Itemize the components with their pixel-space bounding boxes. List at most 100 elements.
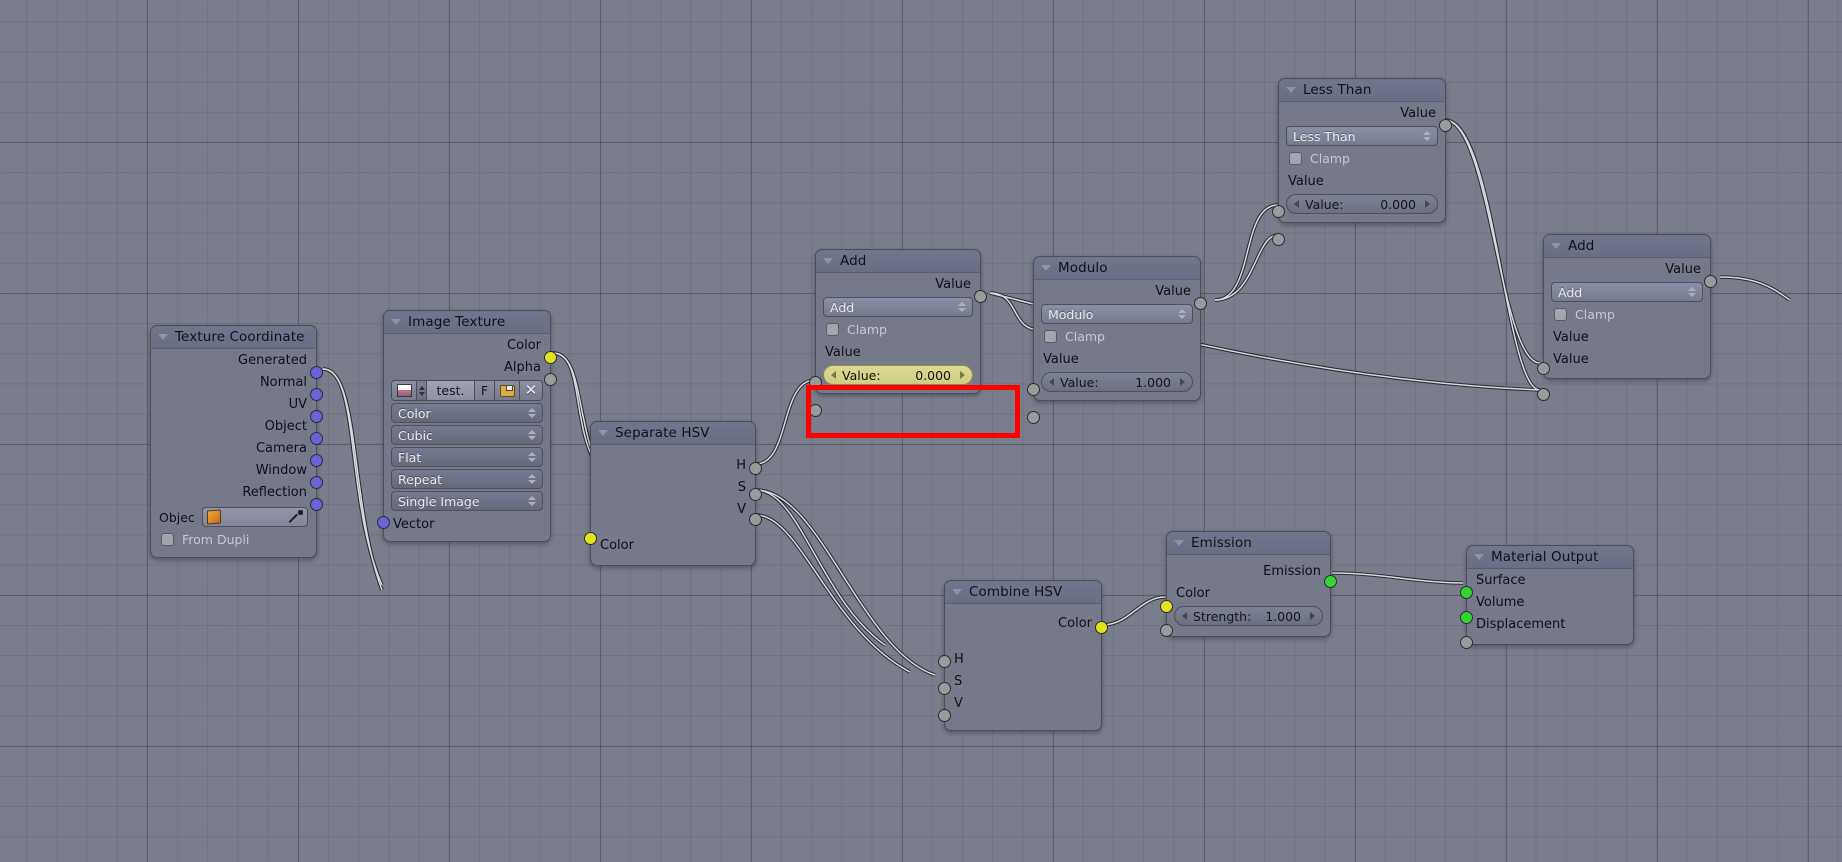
socket-in-volume[interactable]	[1460, 611, 1473, 624]
socket-in-value-2[interactable]	[1027, 411, 1040, 424]
socket-out-color[interactable]	[544, 351, 557, 364]
socket-out-reflection[interactable]	[310, 498, 323, 511]
node-combine-hsv[interactable]: Combine HSV Color H S V	[938, 580, 1108, 731]
socket-in-value-2[interactable]	[1537, 388, 1550, 401]
fake-user-button[interactable]: F	[475, 381, 495, 400]
node-material-output[interactable]: Material Output Surface Volume Displacem…	[1460, 545, 1634, 649]
increment-arrow-icon[interactable]	[1310, 612, 1315, 620]
image-name-field[interactable]: test.	[427, 381, 475, 400]
node-emission[interactable]: Emission Emission Color Strength: 1.000	[1160, 531, 1337, 637]
collapse-triangle-icon[interactable]	[1551, 243, 1561, 249]
socket-out-h[interactable]	[749, 462, 762, 475]
collapse-triangle-icon[interactable]	[952, 589, 962, 595]
socket-out-object[interactable]	[310, 432, 323, 445]
decrement-arrow-icon[interactable]	[1182, 612, 1187, 620]
node-header[interactable]: Separate HSV	[591, 422, 755, 445]
eyedropper-icon[interactable]	[289, 510, 303, 524]
strength-field[interactable]: Strength: 1.000	[1174, 606, 1323, 626]
socket-out-alpha[interactable]	[544, 373, 557, 386]
clamp-row[interactable]: Clamp	[816, 319, 980, 340]
node-header[interactable]: Less Than	[1279, 79, 1445, 102]
collapse-triangle-icon[interactable]	[823, 258, 833, 264]
decrement-arrow-icon[interactable]	[1294, 200, 1299, 208]
node-editor-canvas[interactable]: Texture Coordinate Generated Normal UV O…	[0, 0, 1842, 862]
dropdown-interpolation[interactable]: Cubic	[391, 425, 543, 445]
collapse-triangle-icon[interactable]	[1174, 540, 1184, 546]
node-header[interactable]: Material Output	[1467, 546, 1633, 569]
socket-in-value-2[interactable]	[1272, 233, 1285, 246]
value-field[interactable]: Value: 0.000	[1286, 194, 1438, 214]
dropdown-extension[interactable]: Repeat	[391, 469, 543, 489]
open-folder-icon[interactable]	[495, 381, 520, 400]
increment-arrow-icon[interactable]	[1180, 378, 1185, 386]
collapse-triangle-icon[interactable]	[1474, 554, 1484, 560]
value-field-highlighted[interactable]: Value: 0.000	[823, 365, 973, 385]
socket-out-v[interactable]	[749, 513, 762, 526]
socket-out-value[interactable]	[1439, 119, 1452, 132]
increment-arrow-icon[interactable]	[960, 371, 965, 379]
socket-out-s[interactable]	[749, 488, 762, 501]
decrement-arrow-icon[interactable]	[1049, 378, 1054, 386]
node-header[interactable]: Emission	[1167, 532, 1330, 555]
node-modulo[interactable]: Modulo Value Modulo Clamp Value Value: 1…	[1027, 256, 1207, 424]
socket-out-value[interactable]	[1704, 275, 1717, 288]
node-add-2[interactable]: Add Value Add Clamp Value Value	[1537, 234, 1717, 401]
dropdown-projection[interactable]: Flat	[391, 447, 543, 467]
image-datablock-icon[interactable]	[392, 381, 417, 400]
socket-out-value[interactable]	[1194, 297, 1207, 310]
socket-in-v[interactable]	[938, 709, 951, 722]
node-header[interactable]: Texture Coordinate	[151, 326, 316, 349]
clamp-row[interactable]: Clamp	[1034, 326, 1200, 347]
clamp-checkbox[interactable]	[826, 323, 839, 336]
from-dupli-row[interactable]: From Dupli	[151, 529, 316, 550]
node-separate-hsv[interactable]: Separate HSV H S V Color	[584, 421, 762, 566]
node-header[interactable]: Combine HSV	[945, 581, 1101, 604]
dropdown-operation[interactable]: Less Than	[1286, 126, 1438, 146]
clamp-row[interactable]: Clamp	[1279, 148, 1445, 169]
socket-in-value-1[interactable]	[1272, 205, 1285, 218]
socket-out-generated[interactable]	[310, 366, 323, 379]
socket-in-value-1[interactable]	[1027, 383, 1040, 396]
socket-in-color[interactable]	[584, 532, 597, 545]
clamp-checkbox[interactable]	[1289, 152, 1302, 165]
collapse-triangle-icon[interactable]	[1041, 265, 1051, 271]
dropdown-operation[interactable]: Add	[1551, 282, 1703, 302]
socket-out-normal[interactable]	[310, 388, 323, 401]
decrement-arrow-icon[interactable]	[831, 371, 836, 379]
node-less-than[interactable]: Less Than Value Less Than Clamp Value Va…	[1272, 78, 1452, 246]
socket-in-color[interactable]	[1160, 600, 1173, 613]
dropdown-source[interactable]: Single Image	[391, 491, 543, 511]
socket-out-emission[interactable]	[1324, 575, 1337, 588]
increment-arrow-icon[interactable]	[1425, 200, 1430, 208]
socket-in-displacement[interactable]	[1460, 636, 1473, 649]
socket-in-s[interactable]	[938, 682, 951, 695]
socket-out-value[interactable]	[974, 290, 987, 303]
dropdown-operation[interactable]: Add	[823, 297, 973, 317]
socket-out-window[interactable]	[310, 476, 323, 489]
node-header[interactable]: Add	[816, 250, 980, 273]
dropdown-operation[interactable]: Modulo	[1041, 304, 1193, 324]
image-datablock-row[interactable]: test. F ✕	[391, 380, 543, 401]
node-add-1[interactable]: Add Value Add Clamp Value Value: 0.000	[809, 249, 987, 417]
node-image-texture[interactable]: Image Texture Color Alpha test. F ✕ Colo…	[377, 310, 557, 542]
node-texture-coordinate[interactable]: Texture Coordinate Generated Normal UV O…	[150, 325, 323, 558]
node-header[interactable]: Modulo	[1034, 257, 1200, 280]
socket-in-h[interactable]	[938, 655, 951, 668]
clamp-row[interactable]: Clamp	[1544, 304, 1710, 325]
socket-in-value-2[interactable]	[809, 404, 822, 417]
collapse-triangle-icon[interactable]	[598, 430, 608, 436]
socket-out-color[interactable]	[1095, 621, 1108, 634]
clamp-checkbox[interactable]	[1554, 308, 1567, 321]
node-header[interactable]: Add	[1544, 235, 1710, 258]
collapse-triangle-icon[interactable]	[158, 334, 168, 340]
collapse-triangle-icon[interactable]	[391, 319, 401, 325]
node-header[interactable]: Image Texture	[384, 311, 550, 334]
unlink-x-icon[interactable]: ✕	[520, 381, 542, 400]
socket-in-surface[interactable]	[1460, 586, 1473, 599]
object-picker[interactable]	[201, 507, 308, 527]
collapse-triangle-icon[interactable]	[1286, 87, 1296, 93]
socket-in-vector[interactable]	[377, 516, 390, 529]
socket-out-camera[interactable]	[310, 454, 323, 467]
browse-image-spinner[interactable]	[417, 381, 427, 400]
from-dupli-checkbox[interactable]	[161, 533, 174, 546]
